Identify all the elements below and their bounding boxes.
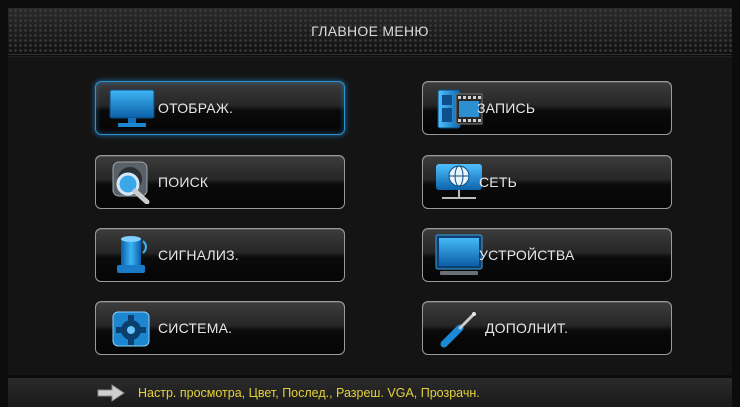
- arrow-right-icon: [96, 383, 126, 403]
- tools-screwdriver-icon: [433, 306, 485, 350]
- search-magnifier-icon: [106, 160, 158, 204]
- status-text: Настр. просмотра, Цвет, Послед., Разреш.…: [138, 385, 480, 400]
- monitor-icon: [106, 86, 158, 130]
- status-bar: Настр. просмотра, Цвет, Послед., Разреш.…: [8, 378, 732, 407]
- menu-label-search: ПОИСК: [158, 174, 209, 190]
- menu-label-devices: УСТРОЙСТВА: [479, 247, 575, 263]
- menu-button-advanced[interactable]: ДОПОЛНИТ.: [422, 301, 672, 355]
- menu-label-record: ЗАПИСЬ: [477, 100, 536, 116]
- alarm-siren-icon: [106, 233, 158, 277]
- menu-button-record[interactable]: ЗАПИСЬ: [422, 81, 672, 135]
- devices-monitor-icon: [433, 233, 485, 277]
- main-menu-screen: ГЛАВНОЕ МЕНЮ ОТОБРАЖ. ЗАПИСЬ ПОИСК СЕТЬ …: [0, 0, 740, 407]
- menu-label-network: СЕТЬ: [479, 174, 517, 190]
- page-title: ГЛАВНОЕ МЕНЮ: [311, 23, 429, 39]
- menu-panel: ОТОБРАЖ. ЗАПИСЬ ПОИСК СЕТЬ СИГНАЛИЗ. УСТ…: [8, 56, 732, 375]
- menu-button-system[interactable]: СИСТЕМА.: [95, 301, 345, 355]
- menu-button-display[interactable]: ОТОБРАЖ.: [95, 81, 345, 135]
- system-gear-icon: [106, 306, 158, 350]
- menu-label-display: ОТОБРАЖ.: [158, 100, 234, 116]
- menu-label-alarm: СИГНАЛИЗ.: [158, 247, 239, 263]
- menu-button-devices[interactable]: УСТРОЙСТВА: [422, 228, 672, 282]
- menu-label-advanced: ДОПОЛНИТ.: [485, 320, 569, 336]
- menu-label-system: СИСТЕМА.: [158, 320, 233, 336]
- network-globe-icon: [433, 160, 485, 204]
- menu-button-search[interactable]: ПОИСК: [95, 155, 345, 209]
- menu-button-network[interactable]: СЕТЬ: [422, 155, 672, 209]
- menu-button-alarm[interactable]: СИГНАЛИЗ.: [95, 228, 345, 282]
- title-bar: ГЛАВНОЕ МЕНЮ: [8, 8, 732, 55]
